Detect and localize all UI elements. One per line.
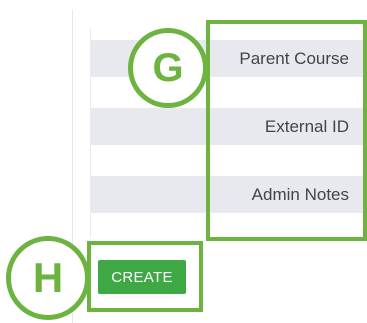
callout-badge-g: G xyxy=(128,28,208,108)
callout-highlight-h xyxy=(87,241,203,312)
callout-badge-h: H xyxy=(6,236,90,320)
callout-highlight-g xyxy=(206,20,367,241)
